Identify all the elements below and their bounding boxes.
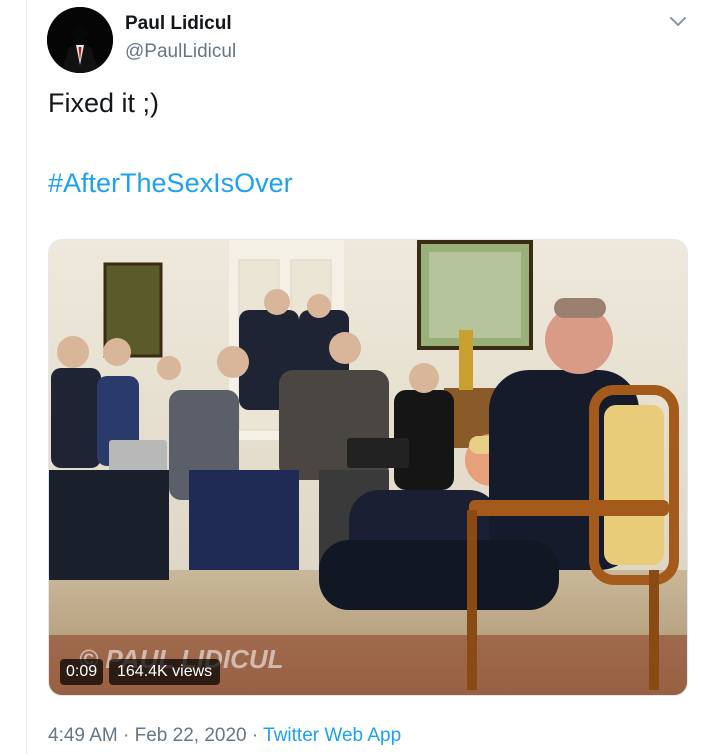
tweet-source-link[interactable]: Twitter Web App bbox=[263, 725, 401, 746]
video-duration-badge: 0:09 bbox=[60, 659, 104, 685]
tweet-meta: 4:49 AM · Feb 22, 2020 · Twitter Web App bbox=[48, 725, 401, 747]
avatar[interactable] bbox=[47, 7, 113, 73]
tweet-date[interactable]: Feb 22, 2020 bbox=[135, 725, 247, 746]
video-views-badge: 164.4K views bbox=[109, 659, 221, 685]
author-handle[interactable]: @PaulLidicul bbox=[125, 41, 236, 63]
meta-separator: · bbox=[251, 725, 259, 746]
tweet-text: Fixed it ;) bbox=[48, 88, 160, 118]
chevron-down-icon[interactable] bbox=[666, 12, 690, 32]
timeline-divider bbox=[26, 0, 27, 754]
meta-separator: · bbox=[123, 725, 130, 746]
hashtag-link[interactable]: #AfterTheSexIsOver bbox=[48, 168, 293, 199]
tweet-time[interactable]: 4:49 AM bbox=[48, 725, 118, 746]
video-frame: © PAUL LIDICUL bbox=[49, 240, 687, 695]
tweet-card: Paul Lidicul @PaulLidicul Fixed it ;) #A… bbox=[0, 0, 709, 754]
video-player[interactable]: © PAUL LIDICUL bbox=[48, 239, 688, 696]
author-name[interactable]: Paul Lidicul bbox=[125, 13, 232, 35]
